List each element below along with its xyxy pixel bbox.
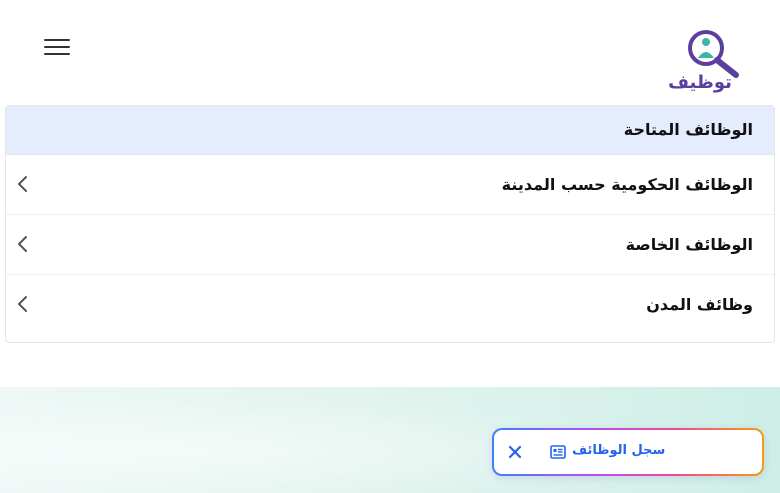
jobs-log-label: سجل الوظائف [572,443,666,458]
magnifier-person-logo: توظيف [668,30,739,93]
panel-header: الوظائف المتاحة [6,106,774,155]
panel-title: الوظائف المتاحة [623,120,753,139]
menu-row-label: وظائف المدن [646,295,753,314]
menu-row-private-jobs[interactable]: الوظائف الخاصة [6,215,774,275]
chevron-left-icon [18,176,27,192]
jobs-log-floating-button[interactable]: سجل الوظائف [492,428,764,476]
top-header: توظيف [0,0,780,100]
close-icon[interactable] [506,443,524,461]
list-card-icon [550,445,566,459]
logo-text: توظيف [668,72,732,93]
site-logo[interactable]: توظيف [660,28,742,94]
menu-row-label: الوظائف الخاصة [625,235,753,254]
menu-row-city-jobs[interactable]: وظائف المدن [6,275,774,335]
chevron-left-icon [18,236,27,252]
menu-row-label: الوظائف الحكومية حسب المدينة [501,175,753,194]
jobs-panel: الوظائف المتاحة الوظائف الحكومية حسب الم… [5,105,775,343]
hamburger-menu-icon[interactable] [44,38,70,56]
chevron-left-icon [18,296,27,312]
menu-row-government-jobs[interactable]: الوظائف الحكومية حسب المدينة [6,155,774,215]
